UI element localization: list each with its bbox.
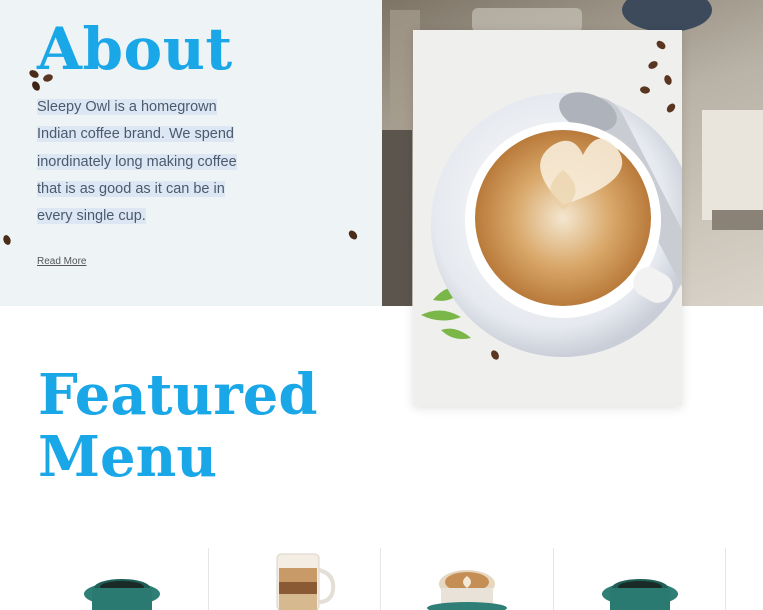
coffee-bean-decoration <box>3 235 11 245</box>
menu-items-row <box>36 548 726 610</box>
featured-title-line: Featured <box>38 362 318 428</box>
featured-menu-title: Featured Menu <box>38 364 317 488</box>
about-line: inordinately long making coffee <box>37 153 237 170</box>
featured-title-line: Menu <box>38 424 218 490</box>
layered-latte-glass-icon <box>276 553 335 610</box>
about-line: Indian coffee brand. We spend <box>37 126 234 143</box>
latte-photo-card <box>413 30 722 406</box>
menu-card[interactable] <box>209 548 381 610</box>
about-line: that is as good as it can be in <box>37 180 225 197</box>
about-title: About <box>37 15 233 83</box>
read-more-link[interactable]: Read More <box>37 256 86 267</box>
about-description: Sleepy Owl is a homegrown Indian coffee … <box>37 94 252 230</box>
coffee-bean-decoration <box>348 230 358 240</box>
menu-card[interactable] <box>381 548 554 610</box>
menu-card[interactable] <box>36 548 209 610</box>
latte-art-cup-icon <box>427 570 507 610</box>
latte-cup-image <box>421 40 722 360</box>
about-section: About Sleepy Owl is a homegrown Indian c… <box>0 0 382 306</box>
teal-coffee-cup-icon <box>84 579 160 610</box>
about-line: every single cup. <box>37 208 146 225</box>
menu-card[interactable] <box>554 548 726 610</box>
teal-coffee-cup-icon <box>601 579 678 610</box>
about-line: Sleepy Owl is a homegrown <box>37 99 217 115</box>
